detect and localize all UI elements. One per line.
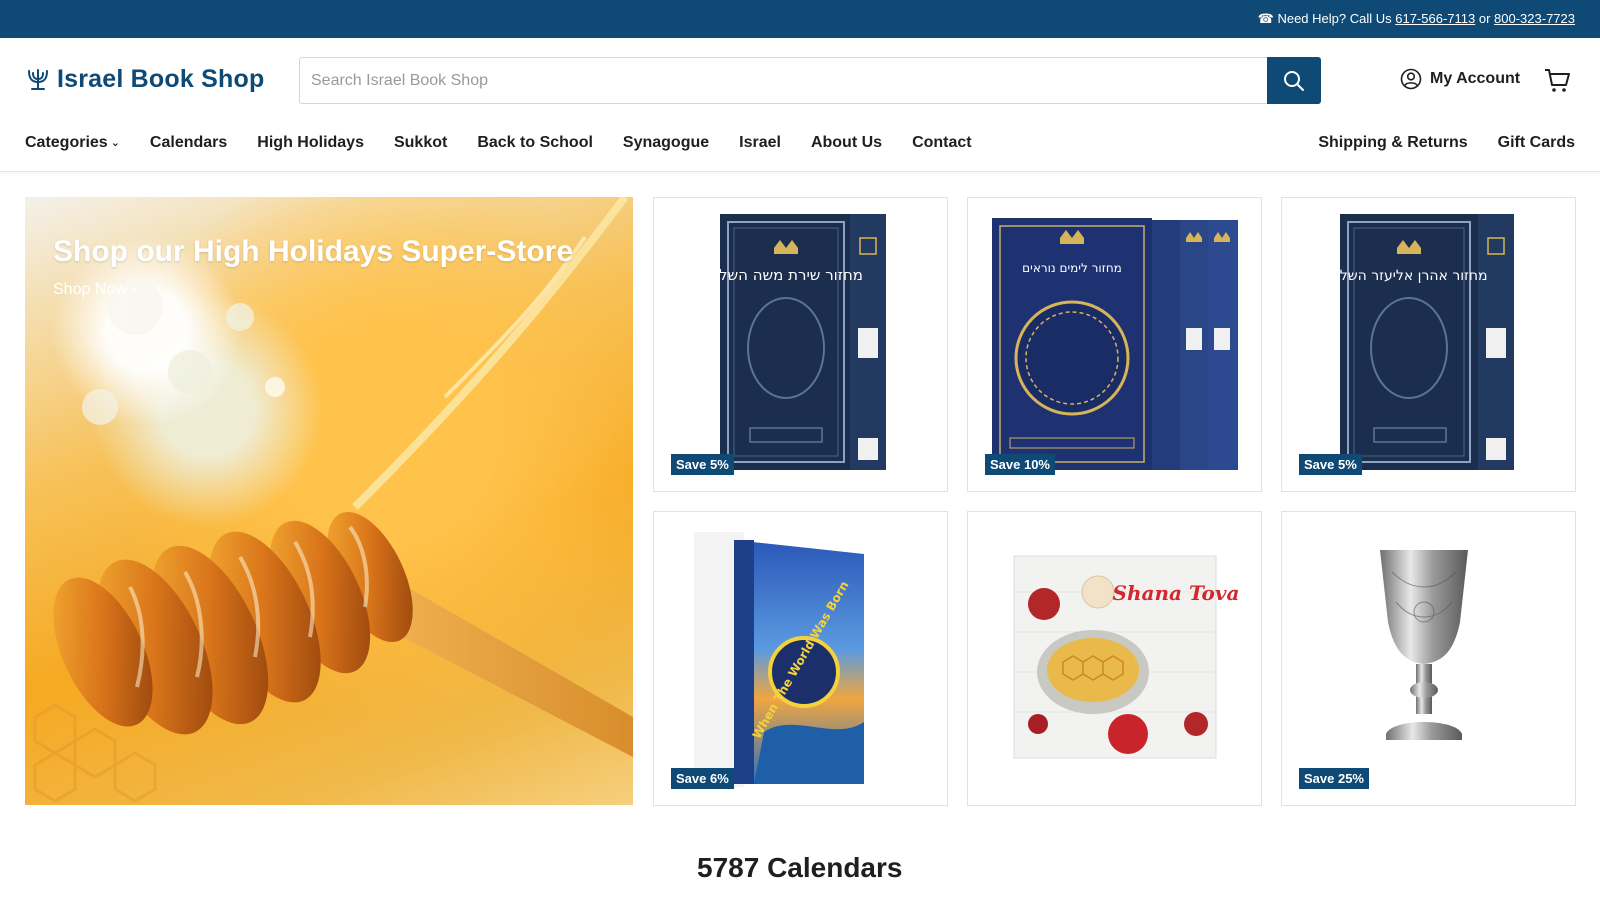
search-bar xyxy=(299,57,1321,104)
nav-israel[interactable]: Israel xyxy=(739,134,781,152)
nav-shipping-returns[interactable]: Shipping & Returns xyxy=(1318,134,1467,152)
hero-banner[interactable]: Shop our High Holidays Super-Store Shop … xyxy=(25,197,633,805)
site-header: Israel Book Shop My Account xyxy=(0,38,1600,120)
nav-gift-cards[interactable]: Gift Cards xyxy=(1498,134,1575,152)
nav-categories[interactable]: Categories ⌄ xyxy=(25,134,120,152)
product-tile[interactable]: מחזור לימים נוראים Save 10% xyxy=(967,197,1262,492)
kids-book-image: When The World Was Born xyxy=(694,532,864,787)
hero-title: Shop our High Holidays Super-Store xyxy=(53,235,574,268)
my-account-link[interactable]: My Account xyxy=(1400,68,1520,90)
logo-text: Israel Book Shop xyxy=(57,64,265,93)
search-input[interactable] xyxy=(300,58,1267,103)
nav-categories-label: Categories xyxy=(25,134,108,151)
nav-contact[interactable]: Contact xyxy=(912,134,972,152)
help-text: ☎ Need Help? Call Us 617-566-7113 or 800… xyxy=(1258,11,1575,27)
kiddush-cup-image xyxy=(1380,550,1468,740)
cart-icon[interactable] xyxy=(1543,66,1571,94)
main-nav: Categories ⌄ Calendars High Holidays Sukk… xyxy=(0,120,1600,172)
shana-tova-card-image: Shana Tova xyxy=(1013,555,1240,759)
card-greeting-text: Shana Tova xyxy=(1113,581,1240,605)
help-bar: ☎ Need Help? Call Us 617-566-7113 or 800… xyxy=(0,0,1600,38)
discount-badge: Save 6% xyxy=(671,768,734,789)
chevron-right-icon: › xyxy=(131,281,137,298)
nav-synagogue[interactable]: Synagogue xyxy=(623,134,709,152)
chevron-down-icon: ⌄ xyxy=(110,137,120,149)
menorah-logo-icon xyxy=(28,69,48,90)
my-account-label: My Account xyxy=(1430,70,1521,87)
discount-badge: Save 5% xyxy=(1299,454,1362,475)
search-button[interactable] xyxy=(1267,57,1321,104)
book-title-text: מחזור שירת משה השלם xyxy=(709,266,863,284)
site-logo[interactable]: Israel Book Shop xyxy=(25,64,264,94)
product-tile[interactable]: Shana Tova xyxy=(967,511,1262,806)
phone-link-1[interactable]: 617-566-7113 xyxy=(1395,11,1475,26)
nav-high-holidays[interactable]: High Holidays xyxy=(257,134,364,152)
user-icon xyxy=(1400,68,1422,90)
book-title-text: מחזור לימים נוראים xyxy=(1022,261,1122,275)
nav-back-to-school[interactable]: Back to School xyxy=(477,134,593,152)
search-icon xyxy=(1284,70,1304,91)
help-or: or xyxy=(1475,11,1495,26)
nav-sukkot[interactable]: Sukkot xyxy=(394,134,447,152)
discount-badge: Save 5% xyxy=(671,454,734,475)
calendars-heading: 5787 Calendars xyxy=(697,852,903,883)
discount-badge: Save 25% xyxy=(1299,768,1369,789)
shop-now-link[interactable]: Shop Now › xyxy=(53,281,137,299)
product-tile[interactable]: Save 25% xyxy=(1281,511,1576,806)
nav-left: Categories ⌄ Calendars High Holidays Sukk… xyxy=(25,134,972,152)
machzor-set-image: מחזור לימים נוראים xyxy=(992,218,1238,470)
help-prefix: ☎ Need Help? Call Us xyxy=(1257,11,1396,26)
shop-now-label: Shop Now xyxy=(53,281,127,298)
product-tile[interactable]: When The World Was Born Save 6% xyxy=(653,511,948,806)
product-tile[interactable]: מחזור אהרן אליעזר השלם Save 5% xyxy=(1281,197,1576,492)
machzor-book-image: מחזור אהרן אליעזר השלם xyxy=(1330,214,1514,470)
phone-link-2[interactable]: 800-323-7723 xyxy=(1494,11,1575,26)
product-tile[interactable]: מחזור שירת משה השלם Save 5% xyxy=(653,197,948,492)
nav-about-us[interactable]: About Us xyxy=(811,134,882,152)
machzor-book-image: מחזור שירת משה השלם xyxy=(709,214,886,470)
book-title-text: מחזור אהרן אליעזר השלם xyxy=(1330,268,1487,284)
nav-calendars[interactable]: Calendars xyxy=(150,134,227,152)
nav-right: Shipping & Returns Gift Cards xyxy=(1318,134,1575,152)
discount-badge: Save 10% xyxy=(985,454,1055,475)
